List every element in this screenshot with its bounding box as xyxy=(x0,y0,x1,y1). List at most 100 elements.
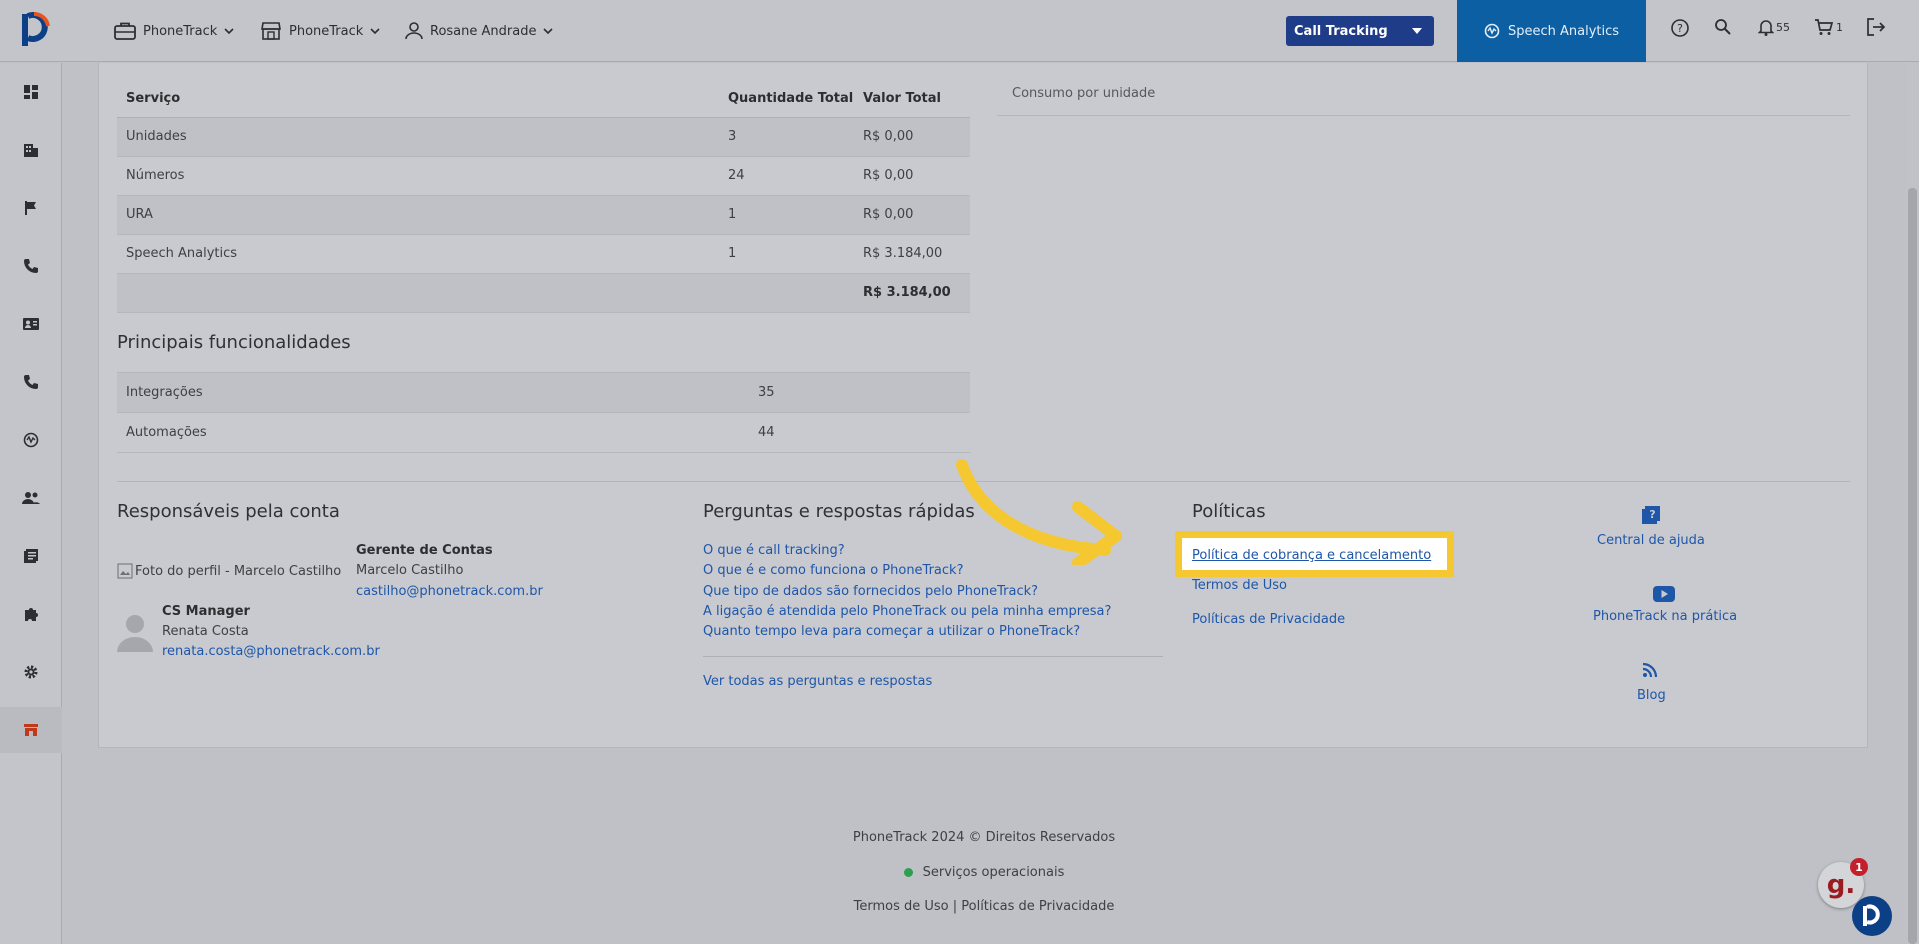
svg-text:?: ? xyxy=(1649,508,1655,521)
manager-name: Marcelo Castilho xyxy=(356,563,464,578)
faq-see-all-link[interactable]: Ver todas as perguntas e respostas xyxy=(703,674,932,689)
manager-email-link[interactable]: castilho@phonetrack.com.br xyxy=(356,584,543,599)
sidebar-item-units[interactable] xyxy=(0,127,62,173)
cs-email-link[interactable]: renata.costa@phonetrack.com.br xyxy=(162,644,380,659)
table-row: Speech Analytics 1 R$ 3.184,00 xyxy=(117,234,970,274)
column-header: Valor Total xyxy=(854,81,970,118)
caret-down-icon xyxy=(1412,28,1422,34)
logout-icon xyxy=(1867,18,1886,36)
help-button[interactable]: ? xyxy=(1670,18,1690,38)
cs-role: CS Manager xyxy=(162,604,250,619)
manager-photo-alt: Foto do perfil - Marcelo Castilho xyxy=(135,563,342,579)
speech-analytics-button[interactable]: Speech Analytics xyxy=(1457,0,1646,62)
faq-link[interactable]: O que é e como funciona o PhoneTrack? xyxy=(703,563,963,578)
table-row: Números 24 R$ 0,00 xyxy=(117,156,970,196)
youtube-icon[interactable] xyxy=(1652,585,1676,603)
total-spacer xyxy=(719,273,854,313)
company-dropdown[interactable]: PhoneTrack xyxy=(114,20,234,42)
speech-analytics-label: Speech Analytics xyxy=(1507,23,1620,39)
feature-count: 35 xyxy=(749,372,970,413)
service-value: R$ 0,00 xyxy=(854,195,970,235)
phonetrack-support-button[interactable] xyxy=(1852,896,1892,936)
footer-links[interactable]: Termos de Uso | Políticas de Privacidade xyxy=(62,899,1906,914)
phonetrack-logo[interactable] xyxy=(20,10,52,50)
footer-copyright: PhoneTrack 2024 © Direitos Reservados xyxy=(852,830,1116,845)
rss-icon[interactable] xyxy=(1642,662,1658,678)
phonetrack-pratica-link[interactable]: PhoneTrack na prática xyxy=(1593,609,1737,624)
terms-link[interactable]: Termos de Uso xyxy=(1192,578,1287,593)
speech-analytics-icon xyxy=(23,432,39,448)
notifications-count: 55 xyxy=(1776,20,1790,34)
help-circle-icon: ? xyxy=(1671,19,1689,37)
feature-count: 44 xyxy=(749,412,970,453)
user-icon xyxy=(405,22,423,40)
cart-button[interactable]: 1 xyxy=(1814,18,1843,36)
sidebar-item-calls[interactable] xyxy=(0,243,62,289)
page-footer: PhoneTrack 2024 © Direitos Reservados Se… xyxy=(62,814,1906,944)
scrollbar-thumb[interactable] xyxy=(1908,188,1917,944)
logout-button[interactable] xyxy=(1866,18,1886,36)
billing-policy-highlight[interactable]: Política de cobrança e cancelamento xyxy=(1175,531,1454,577)
blog-link[interactable]: Blog xyxy=(1637,688,1666,703)
service-name: Speech Analytics xyxy=(117,234,719,274)
avatar-placeholder-icon xyxy=(117,615,153,652)
chevron-down-icon xyxy=(543,28,554,34)
annotation-arrow xyxy=(956,459,1122,565)
phone-icon xyxy=(24,259,38,273)
manager-role: Gerente de Contas xyxy=(356,543,493,558)
briefcase-icon xyxy=(114,22,136,40)
sidebar-item-campaigns[interactable] xyxy=(0,185,62,231)
sidebar-item-integrations[interactable] xyxy=(0,591,62,637)
search-icon xyxy=(1715,19,1731,35)
product-select[interactable]: Call Tracking xyxy=(1286,16,1434,46)
central-ajuda-link[interactable]: Central de ajuda xyxy=(1597,533,1705,548)
service-name: URA xyxy=(117,195,719,235)
sidebar-item-phone-numbers[interactable] xyxy=(0,359,62,405)
feature-name: Integrações xyxy=(117,372,749,413)
top-bar: PhoneTrack PhoneTrack Rosane Andrade Cal… xyxy=(0,0,1919,62)
service-qty: 1 xyxy=(719,234,854,274)
billing-policy-link[interactable]: Política de cobrança e cancelamento xyxy=(1192,548,1431,563)
puzzle-icon xyxy=(25,608,38,621)
politicas-title: Políticas xyxy=(1192,501,1266,522)
faq-title: Perguntas e respostas rápidas xyxy=(703,501,975,522)
total-spacer xyxy=(117,273,719,313)
faq-link[interactable]: Que tipo de dados são fornecidos pelo Ph… xyxy=(703,584,1038,599)
sidebar xyxy=(0,63,62,944)
bell-icon xyxy=(1758,20,1774,36)
store-icon xyxy=(261,22,281,40)
faq-link[interactable]: O que é call tracking? xyxy=(703,543,845,558)
chat-widget-logo: g. xyxy=(1826,870,1856,900)
sidebar-item-reports[interactable] xyxy=(0,533,62,579)
reports-icon xyxy=(24,549,38,563)
footer-status: Serviços operacionais xyxy=(62,865,1906,880)
product-select-value: Call Tracking xyxy=(1294,23,1388,39)
sidebar-item-contacts[interactable] xyxy=(0,301,62,347)
features-table: Integrações 35 Automações 44 xyxy=(117,372,970,453)
service-qty: 3 xyxy=(719,117,854,157)
sidebar-item-store[interactable] xyxy=(0,707,62,753)
service-value: R$ 3.184,00 xyxy=(854,234,970,274)
notifications-button[interactable]: 55 xyxy=(1758,18,1790,36)
faq-link[interactable]: Quanto tempo leva para começar a utiliza… xyxy=(703,624,1080,639)
status-dot-icon xyxy=(903,868,913,877)
features-title: Principais funcionalidades xyxy=(117,332,351,353)
user-dropdown[interactable]: Rosane Andrade xyxy=(405,20,554,42)
privacy-link[interactable]: Políticas de Privacidade xyxy=(1192,612,1345,627)
unit-dropdown[interactable]: PhoneTrack xyxy=(260,20,380,42)
cart-count: 1 xyxy=(1836,20,1843,34)
faq-link[interactable]: A ligação é atendida pelo PhoneTrack ou … xyxy=(703,604,1111,619)
gear-icon xyxy=(24,665,38,679)
sidebar-item-users[interactable] xyxy=(0,475,62,521)
table-total-row: R$ 3.184,00 xyxy=(117,273,970,313)
search-button[interactable] xyxy=(1714,18,1732,36)
service-qty: 1 xyxy=(719,195,854,235)
help-book-icon[interactable]: ? xyxy=(1641,505,1661,525)
sidebar-item-settings[interactable] xyxy=(0,649,62,695)
responsaveis-title: Responsáveis pela conta xyxy=(117,501,340,522)
sidebar-item-speech[interactable] xyxy=(0,417,62,463)
users-icon xyxy=(22,492,40,504)
speech-analytics-icon xyxy=(1484,23,1500,39)
sidebar-item-dashboard[interactable] xyxy=(0,69,62,115)
phonetrack-logo-icon xyxy=(1863,904,1880,926)
